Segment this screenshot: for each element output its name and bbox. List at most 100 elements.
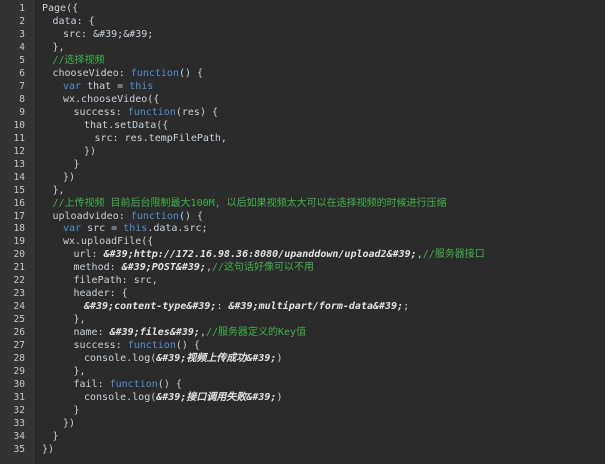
code-line[interactable]: 28 console.log(&#39;视频上传成功&#39;): [0, 353, 605, 366]
code-token: ): [276, 353, 283, 365]
code-token: src: res.tempFilePath,: [94, 132, 227, 144]
code-token: }: [73, 405, 80, 417]
code-line[interactable]: 34}: [0, 431, 605, 444]
code-line[interactable]: 31 console.log(&#39;接口调用失败&#39;): [0, 392, 605, 405]
code-text: },: [74, 314, 86, 327]
keyword-token: function: [130, 210, 179, 222]
code-line[interactable]: 26 name: &#39;files&#39;,//服务器定义的Key值: [0, 327, 605, 340]
code-line[interactable]: 23 header: {: [0, 288, 605, 301]
string-token: &#39;接口调用失败&#39;: [156, 392, 277, 404]
string-token: &#39;视频上传成功&#39;: [156, 353, 277, 365]
code-text: console.log(&#39;视频上传成功&#39;): [84, 353, 283, 366]
code-line[interactable]: 5 //选择视频: [0, 55, 605, 68]
code-line[interactable]: 33}): [0, 418, 605, 431]
code-token: name:: [73, 327, 110, 339]
code-text: },: [53, 42, 65, 55]
code-token: fail:: [73, 379, 110, 391]
code-token: :: [216, 301, 229, 313]
code-line[interactable]: 2 data: {: [0, 16, 605, 29]
line-number: 24: [13, 301, 25, 313]
code-token: },: [52, 184, 65, 196]
string-token: &#39;multipart/form-data&#39;: [228, 301, 404, 313]
code-token: () {: [157, 379, 182, 391]
code-line[interactable]: 16 //上传视频 目前后台限制最大100M, 以后如果视频太大可以在选择视频的时…: [0, 198, 605, 211]
code-line[interactable]: 14}): [0, 172, 605, 185]
code-line[interactable]: 6 chooseVideo: function() {: [0, 68, 605, 81]
line-number: 2: [19, 15, 25, 27]
code-text: method: &#39;POST&#39;,//这句话好像可以不用: [74, 262, 315, 275]
code-line[interactable]: 20 url: &#39;http://172.16.98.36:8080/upa…: [0, 249, 605, 262]
code-line[interactable]: 19 wx.uploadFile({: [0, 236, 605, 249]
code-text: Page({: [42, 3, 78, 16]
code-text: }): [63, 172, 75, 185]
code-text: wx.uploadFile({: [63, 236, 153, 249]
code-line[interactable]: 10 that.setData({: [0, 120, 605, 133]
code-line[interactable]: 7 var that = this: [0, 81, 605, 94]
code-line[interactable]: 18 var src = this.data.src;: [0, 223, 605, 236]
line-number: 31: [13, 392, 25, 404]
code-token: },: [73, 366, 86, 378]
code-text: var that = this: [63, 81, 153, 94]
line-number: 32: [13, 405, 25, 417]
code-token: wx.uploadFile({: [63, 236, 154, 248]
line-number: 26: [13, 327, 25, 339]
code-text: name: &#39;files&#39;,//服务器定义的Key值: [74, 327, 307, 340]
line-number: 15: [13, 184, 25, 196]
code-text: },: [74, 366, 86, 379]
line-number: 30: [13, 379, 25, 391]
code-line[interactable]: 25},: [0, 314, 605, 327]
code-token: method:: [73, 262, 122, 274]
code-line[interactable]: 4},: [0, 42, 605, 55]
code-text: }: [53, 431, 59, 444]
code-line[interactable]: 15},: [0, 185, 605, 198]
code-line[interactable]: 13}: [0, 159, 605, 172]
code-text: success: function(res) {: [74, 107, 219, 120]
line-number: 28: [13, 353, 25, 365]
line-number: 21: [13, 262, 25, 274]
code-token: that.setData({: [84, 119, 169, 131]
code-text: header: {: [74, 288, 128, 301]
line-number: 18: [13, 223, 25, 235]
comment-token: //上传视频 目前后台限制最大100M, 以后如果视频太大可以在选择视频的时候进…: [52, 197, 447, 209]
line-number: 34: [13, 430, 25, 442]
code-line[interactable]: 22 filePath: src,: [0, 275, 605, 288]
code-text: },: [53, 185, 65, 198]
code-text: &#39;content-type&#39;: &#39;multipart/f…: [84, 301, 409, 314]
keyword-token: function: [127, 340, 176, 352]
line-number: 25: [13, 314, 25, 326]
keyword-token: var: [63, 80, 82, 92]
code-line[interactable]: 21 method: &#39;POST&#39;,//这句话好像可以不用: [0, 262, 605, 275]
code-text: wx.chooseVideo({: [63, 94, 159, 107]
code-text: src: res.tempFilePath,: [95, 133, 227, 146]
code-line[interactable]: 12}): [0, 146, 605, 159]
code-line[interactable]: 24 &#39;content-type&#39;: &#39;multipart…: [0, 301, 605, 314]
code-editor[interactable]: 1 Page({2 data: {3 src: &#39;&#39; 4}, 5//选择视…: [0, 0, 605, 464]
code-text: //上传视频 目前后台限制最大100M, 以后如果视频太大可以在选择视频的时候进…: [53, 198, 447, 211]
code-line[interactable]: 1 Page({: [0, 3, 605, 16]
code-line[interactable]: 32}: [0, 405, 605, 418]
line-number: 12: [13, 145, 25, 157]
code-token: }): [63, 418, 76, 429]
code-token: () {: [178, 67, 204, 79]
code-line[interactable]: 17 uploadvideo: function() {: [0, 211, 605, 224]
code-line[interactable]: 9 success: function(res) {: [0, 107, 605, 120]
code-area[interactable]: 1 Page({2 data: {3 src: &#39;&#39; 4}, 5//选择视…: [0, 3, 605, 457]
code-line[interactable]: 3 src: &#39;&#39;: [0, 29, 605, 42]
line-number: 1: [19, 3, 25, 14]
code-text: filePath: src,: [74, 275, 158, 288]
code-line[interactable]: 27 success: function() {: [0, 340, 605, 353]
code-text: }: [74, 405, 80, 418]
code-line[interactable]: 11 src: res.tempFilePath,: [0, 133, 605, 146]
code-line[interactable]: 29},: [0, 366, 605, 379]
code-text: success: function() {: [74, 340, 200, 353]
code-line[interactable]: 8 wx.chooseVideo({: [0, 94, 605, 107]
code-token: }: [52, 430, 59, 442]
code-line[interactable]: 30 fail: function() {: [0, 379, 605, 392]
code-text: var src = this.data.src;: [63, 223, 208, 236]
code-token: },: [73, 314, 86, 326]
keyword-token: function: [130, 67, 179, 79]
string-token: &#39;files&#39;: [109, 327, 200, 339]
code-line[interactable]: 35}): [0, 444, 605, 457]
line-number: 22: [13, 275, 25, 287]
code-token: chooseVideo:: [52, 67, 131, 79]
